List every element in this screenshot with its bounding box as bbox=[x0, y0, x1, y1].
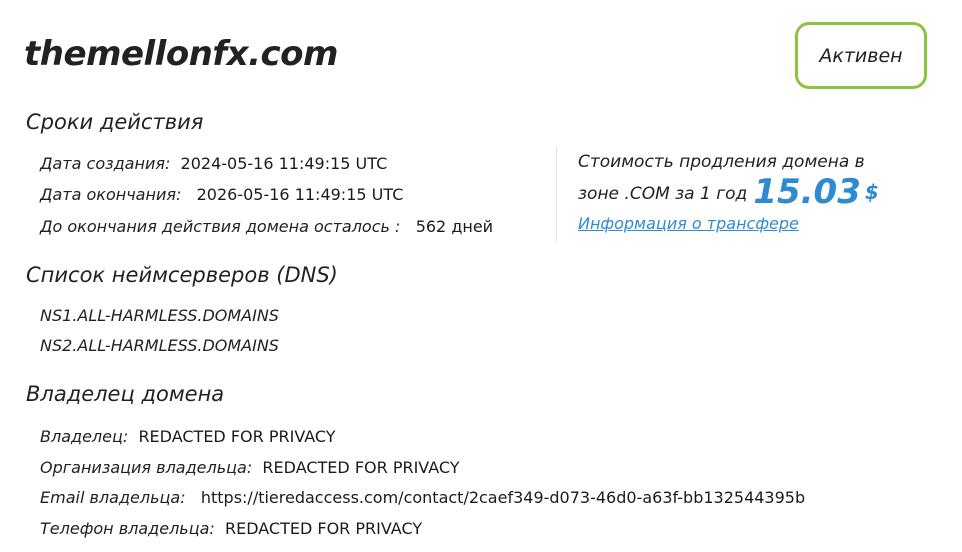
created-label: Дата создания: bbox=[40, 154, 171, 173]
renewal-info: Стоимость продления домена в зоне .COM з… bbox=[578, 147, 908, 209]
owner-label: Владелец: bbox=[40, 427, 129, 446]
email-value: https://tieredaccess.com/contact/2caef34… bbox=[200, 488, 806, 507]
owner-section-title: Владелец домена bbox=[26, 382, 225, 406]
expires-value: 2026-05-16 11:49:15 UTC bbox=[196, 185, 404, 204]
phone-value: REDACTED FOR PRIVACY bbox=[224, 519, 423, 538]
divider bbox=[556, 146, 557, 242]
renewal-price: 15.03 bbox=[753, 172, 861, 212]
domain-title: themellonfx.com bbox=[24, 34, 338, 74]
nameserver-2: NS2.ALL-HARMLESS.DOMAINS bbox=[40, 336, 279, 355]
remaining-value: 562 дней bbox=[415, 217, 494, 236]
remaining-row: До окончания действия домена осталось : … bbox=[40, 217, 493, 236]
org-label: Организация владельца: bbox=[40, 458, 253, 477]
renewal-currency: $ bbox=[864, 180, 879, 204]
phone-label: Телефон владельца: bbox=[40, 519, 215, 538]
org-value: REDACTED FOR PRIVACY bbox=[262, 458, 460, 477]
phone-row: Телефон владельца: REDACTED FOR PRIVACY bbox=[40, 519, 422, 538]
expires-label: Дата окончания: bbox=[40, 185, 182, 204]
owner-value: REDACTED FOR PRIVACY bbox=[138, 427, 336, 446]
expires-row: Дата окончания: 2026-05-16 11:49:15 UTC bbox=[40, 185, 403, 204]
created-value: 2024-05-16 11:49:15 UTC bbox=[180, 154, 388, 173]
email-label: Email владельца: bbox=[40, 488, 186, 507]
validity-section-title: Сроки действия bbox=[26, 110, 204, 134]
dns-section-title: Список неймсерверов (DNS) bbox=[26, 263, 338, 287]
transfer-info-link[interactable]: Информация о трансфере bbox=[578, 214, 799, 233]
email-row: Email владельца: https://tieredaccess.co… bbox=[40, 488, 805, 507]
owner-row: Владелец: REDACTED FOR PRIVACY bbox=[40, 427, 336, 446]
nameserver-1: NS1.ALL-HARMLESS.DOMAINS bbox=[40, 306, 279, 325]
org-row: Организация владельца: REDACTED FOR PRIV… bbox=[40, 458, 460, 477]
status-badge: Активен bbox=[795, 22, 927, 89]
remaining-label: До окончания действия домена осталось : bbox=[40, 217, 401, 236]
created-row: Дата создания: 2024-05-16 11:49:15 UTC bbox=[40, 154, 387, 173]
